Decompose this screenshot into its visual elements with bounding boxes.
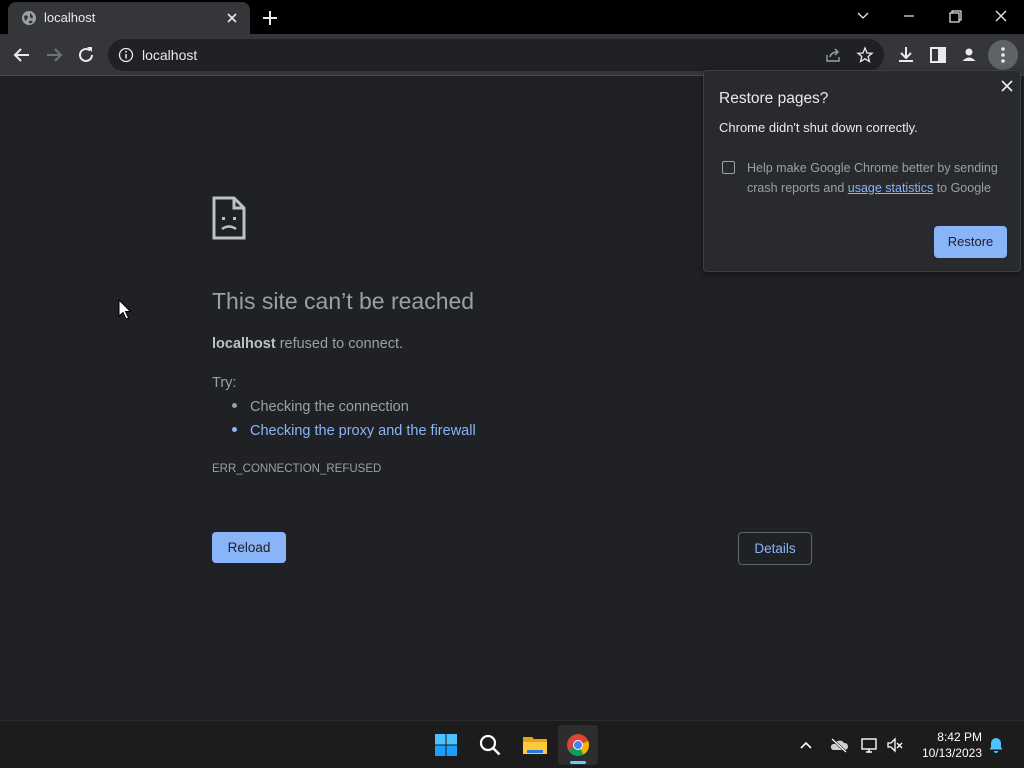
reload-button[interactable]: Reload xyxy=(212,532,286,563)
title-bar: localhost xyxy=(0,0,1024,34)
reload-icon[interactable] xyxy=(73,42,99,68)
tab-search-icon[interactable] xyxy=(849,4,877,28)
menu-button[interactable] xyxy=(988,40,1018,70)
checkbox-text-after: to Google xyxy=(933,181,991,195)
forward-icon[interactable] xyxy=(41,42,67,68)
side-panel-icon[interactable] xyxy=(927,44,949,66)
network-icon[interactable] xyxy=(860,736,878,754)
globe-icon xyxy=(22,11,36,25)
error-message: localhost refused to connect. xyxy=(212,336,403,352)
tab-title: localhost xyxy=(44,10,96,25)
notification-bell-icon[interactable] xyxy=(987,736,1005,754)
clock-time[interactable]: 8:42 PM xyxy=(920,730,982,744)
checkbox-label: Help make Google Chrome better by sendin… xyxy=(747,158,1009,198)
new-tab-icon[interactable] xyxy=(258,6,282,30)
chrome-icon xyxy=(567,734,589,756)
address-url: localhost xyxy=(142,47,198,63)
close-window-icon[interactable] xyxy=(987,4,1015,28)
usage-statistics-link[interactable]: usage statistics xyxy=(848,181,933,195)
taskbar: 8:42 PM 10/13/2023 xyxy=(0,720,1024,768)
sad-page-icon xyxy=(212,196,246,240)
error-title: This site can’t be reached xyxy=(212,288,475,314)
profile-icon[interactable] xyxy=(958,44,980,66)
dialog-title: Restore pages? xyxy=(719,90,829,107)
mouse-cursor-icon xyxy=(118,299,132,320)
restore-button[interactable]: Restore xyxy=(934,226,1007,258)
bullet xyxy=(232,426,237,432)
crash-report-checkbox[interactable] xyxy=(722,161,735,174)
app-window: localhost localhost This site can’t be r… xyxy=(0,0,1024,768)
try-label: Try: xyxy=(212,375,237,391)
download-icon[interactable] xyxy=(895,44,917,66)
browser-tab[interactable]: localhost xyxy=(8,2,250,34)
active-app-indicator xyxy=(570,761,586,764)
minimize-icon[interactable] xyxy=(895,4,923,28)
suggestion-text: Checking the connection xyxy=(250,399,409,415)
tab-close-icon[interactable] xyxy=(223,9,241,27)
search-button[interactable] xyxy=(470,725,510,765)
start-button[interactable] xyxy=(426,725,466,765)
windows-logo-icon xyxy=(435,734,457,756)
site-info-icon[interactable] xyxy=(118,47,134,63)
error-code: ERR_CONNECTION_REFUSED xyxy=(212,463,382,475)
file-explorer-button[interactable] xyxy=(514,725,554,765)
suggestion-link[interactable]: Checking the proxy and the firewall xyxy=(232,423,476,439)
search-icon xyxy=(479,734,501,756)
address-bar[interactable]: localhost xyxy=(108,39,884,71)
error-detail: refused to connect. xyxy=(279,336,404,352)
bookmark-star-icon[interactable] xyxy=(856,46,874,64)
bullet xyxy=(232,402,237,408)
more-vert-icon xyxy=(1001,47,1005,63)
chrome-taskbar-button[interactable] xyxy=(558,725,598,765)
clock-date[interactable]: 10/13/2023 xyxy=(912,746,982,760)
restore-window-icon[interactable] xyxy=(941,4,969,28)
details-button[interactable]: Details xyxy=(738,532,812,565)
restore-pages-dialog: Restore pages? Chrome didn't shut down c… xyxy=(703,70,1021,272)
onedrive-offline-icon[interactable] xyxy=(829,736,849,754)
volume-muted-icon[interactable] xyxy=(886,736,904,754)
back-icon[interactable] xyxy=(9,42,35,68)
suggestion-link-text[interactable]: Checking the proxy and the firewall xyxy=(250,423,476,439)
chevron-up-icon[interactable] xyxy=(797,736,815,754)
suggestion-item: Checking the connection xyxy=(232,399,409,415)
share-icon[interactable] xyxy=(824,46,842,64)
dialog-close-icon[interactable] xyxy=(999,78,1015,94)
error-host: localhost xyxy=(212,336,276,352)
folder-icon xyxy=(523,737,547,754)
dialog-message: Chrome didn't shut down correctly. xyxy=(719,120,918,135)
